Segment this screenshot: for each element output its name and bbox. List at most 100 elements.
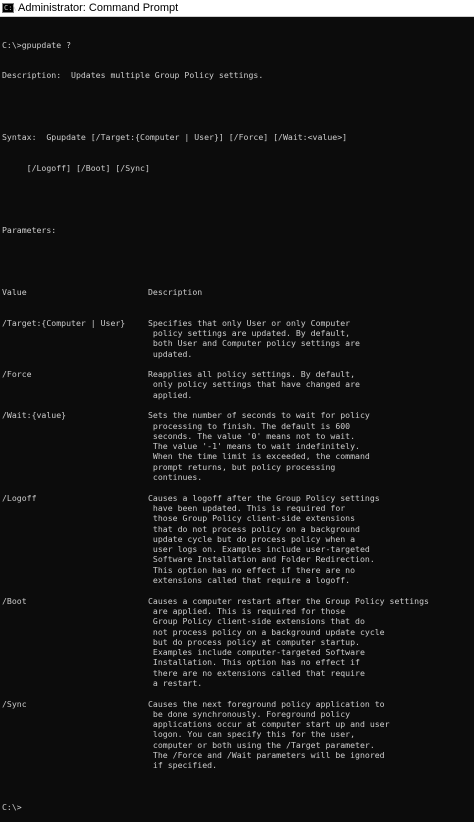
- parameter-indent: [2, 729, 148, 739]
- parameter-indent: [2, 554, 148, 564]
- parameter-entry: /BootCauses a computer restart after the…: [2, 596, 474, 689]
- parameter-row: both User and Computer policy settings a…: [2, 338, 474, 348]
- parameter-description: Group Policy client-side extensions that…: [148, 616, 474, 626]
- parameter-indent: [2, 390, 148, 400]
- parameter-name: /Force: [2, 369, 148, 379]
- parameter-indent: [2, 441, 148, 451]
- parameter-description: processing to finish. The default is 600: [148, 421, 474, 431]
- parameter-description: computer or both using the /Target param…: [148, 740, 474, 750]
- parameter-row: This option has no effect if there are n…: [2, 565, 474, 575]
- parameter-indent: [2, 616, 148, 626]
- parameter-indent: [2, 451, 148, 461]
- parameter-description: those Group Policy client-side extension…: [148, 513, 474, 523]
- parameter-row: updated.: [2, 349, 474, 359]
- parameter-description: The /Force and /Wait parameters will be …: [148, 750, 474, 760]
- description-line: Description: Updates multiple Group Poli…: [2, 70, 474, 80]
- parameter-row: be done synchronously. Foreground policy: [2, 709, 474, 719]
- parameter-description: Causes a logoff after the Group Policy s…: [148, 493, 474, 503]
- parameters-heading: Parameters:: [2, 225, 474, 235]
- parameter-description: Examples include computer-targeted Softw…: [148, 647, 474, 657]
- parameter-row: policy settings are updated. By default,: [2, 328, 474, 338]
- parameter-indent: [2, 740, 148, 750]
- parameter-row: The value '-1' means to wait indefinitel…: [2, 441, 474, 451]
- parameter-indent: [2, 750, 148, 760]
- parameter-indent: [2, 513, 148, 523]
- parameter-indent: [2, 637, 148, 647]
- parameter-indent: [2, 627, 148, 637]
- description-header: Description: [148, 287, 474, 297]
- parameter-row: Group Policy client-side extensions that…: [2, 616, 474, 626]
- parameter-name: /Sync: [2, 699, 148, 709]
- parameter-indent: [2, 565, 148, 575]
- parameter-row: only policy settings that have changed a…: [2, 379, 474, 389]
- window-title: Administrator: Command Prompt: [18, 2, 178, 14]
- parameter-row: /BootCauses a computer restart after the…: [2, 596, 474, 606]
- parameter-indent: [2, 544, 148, 554]
- parameter-description: When the time limit is exceeded, the com…: [148, 451, 474, 461]
- parameter-row: computer or both using the /Target param…: [2, 740, 474, 750]
- parameter-description: there are no extensions called that requ…: [148, 668, 474, 678]
- parameter-row: a restart.: [2, 678, 474, 688]
- parameter-indent: [2, 379, 148, 389]
- parameter-row: Software Installation and Folder Redirec…: [2, 554, 474, 564]
- parameter-description: have been updated. This is required for: [148, 503, 474, 513]
- parameter-description: Causes the next foreground policy applic…: [148, 699, 474, 709]
- parameter-indent: [2, 709, 148, 719]
- syntax-line: Syntax: Gpupdate [/Target:{Computer | Us…: [2, 132, 474, 142]
- parameter-description: Sets the number of seconds to wait for p…: [148, 410, 474, 420]
- parameter-description: Software Installation and Folder Redirec…: [148, 554, 474, 564]
- column-header: Value Description: [2, 287, 474, 297]
- parameter-row: that do not process policy on a backgrou…: [2, 524, 474, 534]
- parameter-row: /SyncCauses the next foreground policy a…: [2, 699, 474, 709]
- parameter-row: extensions called that require a logoff.: [2, 575, 474, 585]
- command-line: C:\>gpupdate ?: [2, 40, 474, 50]
- parameter-indent: [2, 534, 148, 544]
- parameter-indent: [2, 338, 148, 348]
- parameter-name: /Target:{Computer | User}: [2, 318, 148, 328]
- parameter-description: extensions called that require a logoff.: [148, 575, 474, 585]
- parameter-name: /Wait:{value}: [2, 410, 148, 420]
- parameter-row: update cycle but do process policy when …: [2, 534, 474, 544]
- parameter-entry: /Wait:{value}Sets the number of seconds …: [2, 410, 474, 482]
- parameter-row: there are no extensions called that requ…: [2, 668, 474, 678]
- parameter-name: /Boot: [2, 596, 148, 606]
- parameter-description: policy settings are updated. By default,: [148, 328, 474, 338]
- parameter-entry: /SyncCauses the next foreground policy a…: [2, 699, 474, 771]
- parameter-row: applied.: [2, 390, 474, 400]
- parameter-description: are applied. This is required for those: [148, 606, 474, 616]
- parameter-row: /ForceReapplies all policy settings. By …: [2, 369, 474, 379]
- parameter-description: applied.: [148, 390, 474, 400]
- parameter-row: /Wait:{value}Sets the number of seconds …: [2, 410, 474, 420]
- parameter-row: are applied. This is required for those: [2, 606, 474, 616]
- parameter-description: update cycle but do process policy when …: [148, 534, 474, 544]
- parameter-indent: [2, 431, 148, 441]
- parameter-description: continues.: [148, 472, 474, 482]
- parameter-entry: /LogoffCauses a logoff after the Group P…: [2, 493, 474, 586]
- parameter-description: Specifies that only User or only Compute…: [148, 318, 474, 328]
- parameter-name: /Logoff: [2, 493, 148, 503]
- parameter-row: Examples include computer-targeted Softw…: [2, 647, 474, 657]
- parameter-row: /Target:{Computer | User}Specifies that …: [2, 318, 474, 328]
- parameter-indent: [2, 647, 148, 657]
- title-bar[interactable]: C:\ Administrator: Command Prompt: [0, 0, 474, 17]
- parameter-description: user logs on. Examples include user-targ…: [148, 544, 474, 554]
- parameter-description: a restart.: [148, 678, 474, 688]
- value-header: Value: [2, 287, 148, 297]
- parameter-description: Causes a computer restart after the Grou…: [148, 596, 474, 606]
- parameter-description: The value '-1' means to wait indefinitel…: [148, 441, 474, 451]
- parameter-indent: [2, 657, 148, 667]
- parameter-row: processing to finish. The default is 600: [2, 421, 474, 431]
- parameter-row: if specified.: [2, 760, 474, 770]
- parameter-description: but do process policy at computer startu…: [148, 637, 474, 647]
- parameter-row: applications occur at computer start up …: [2, 719, 474, 729]
- parameter-description: Installation. This option has no effect …: [148, 657, 474, 667]
- parameter-indent: [2, 349, 148, 359]
- console-output[interactable]: C:\>gpupdate ? Description: Updates mult…: [2, 19, 474, 594]
- parameter-description: prompt returns, but policy processing: [148, 462, 474, 472]
- parameter-description: applications occur at computer start up …: [148, 719, 474, 729]
- parameter-indent: [2, 575, 148, 585]
- parameter-indent: [2, 524, 148, 534]
- parameter-indent: [2, 760, 148, 770]
- parameter-row: logon. You can specify this for the user…: [2, 729, 474, 739]
- parameter-row: user logs on. Examples include user-targ…: [2, 544, 474, 554]
